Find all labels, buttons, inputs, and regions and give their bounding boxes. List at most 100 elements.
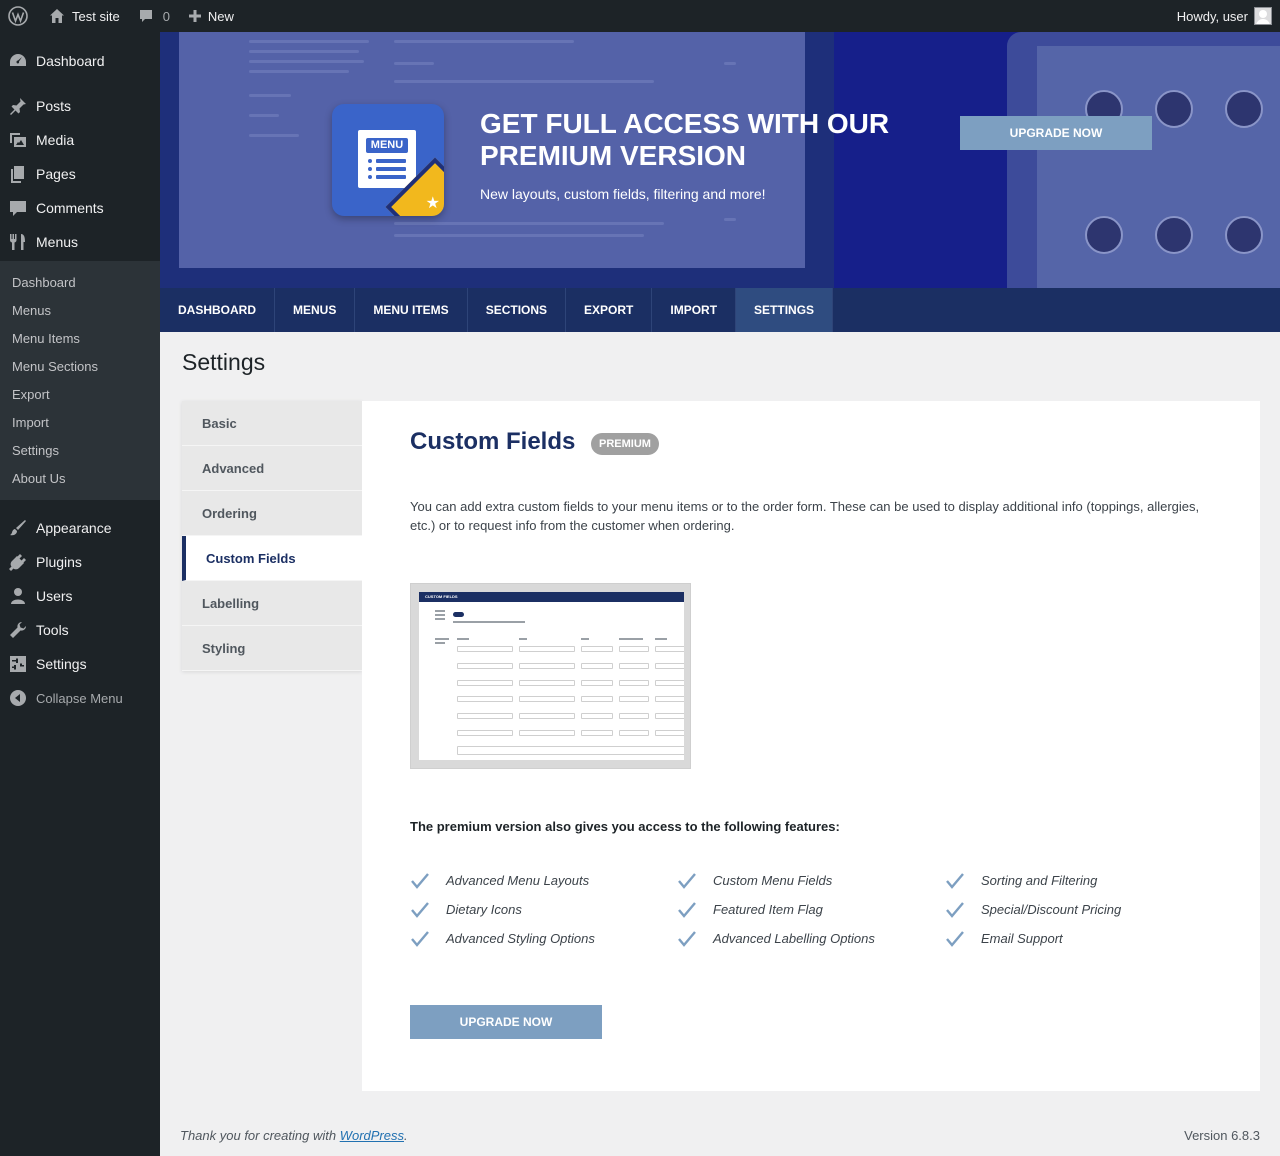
collapse-arrow-icon (8, 688, 28, 708)
collapse-menu-button[interactable]: Collapse Menu (0, 681, 160, 715)
sidebar-item-pages[interactable]: Pages (0, 157, 160, 191)
banner-upgrade-button[interactable]: UPGRADE NOW (960, 116, 1152, 150)
plugin-logo: MENU ★ (332, 104, 444, 216)
sidebar-item-users[interactable]: Users (0, 579, 160, 613)
tab-export[interactable]: EXPORT (566, 288, 653, 332)
feature-item: Advanced Styling Options (410, 929, 677, 948)
sliders-icon (8, 654, 28, 674)
sidebar-item-tools[interactable]: Tools (0, 613, 160, 647)
howdy-text: Howdy, user (1176, 8, 1248, 24)
pages-icon (8, 164, 28, 184)
sidebar-item-settings[interactable]: Settings (0, 647, 160, 681)
panel-description: You can add extra custom fields to your … (410, 499, 1200, 533)
tab-dashboard[interactable]: DASHBOARD (160, 288, 275, 332)
sidebar-item-label: Tools (36, 622, 69, 638)
settings-nav-ordering[interactable]: Ordering (182, 491, 362, 536)
tab-import[interactable]: IMPORT (652, 288, 737, 332)
sidebar-item-menus[interactable]: Menus (0, 225, 160, 259)
site-name-link[interactable]: Test site (36, 0, 128, 32)
feature-item: Featured Item Flag (677, 900, 945, 919)
my-account-link[interactable]: Howdy, user (1177, 7, 1280, 25)
sidebar-item-dashboard[interactable]: Dashboard (0, 44, 160, 78)
submenu-item-import[interactable]: Import (0, 408, 160, 436)
submenu-item-dashboard[interactable]: Dashboard (0, 268, 160, 296)
new-content-link[interactable]: New (178, 0, 242, 32)
sidebar-item-label: Appearance (36, 520, 112, 536)
sidebar-item-posts[interactable]: Posts (0, 89, 160, 123)
settings-nav-labelling[interactable]: Labelling (182, 581, 362, 626)
checkmark-icon (945, 872, 981, 890)
submenu-item-menus[interactable]: Menus (0, 296, 160, 324)
menus-submenu: Dashboard Menus Menu Items Menu Sections… (0, 261, 160, 500)
plug-icon (8, 552, 28, 572)
custom-fields-screenshot: CUSTOM FIELDS (410, 583, 691, 769)
sidebar-item-label: Users (36, 588, 73, 604)
checkmark-icon (410, 872, 446, 890)
feature-item: Advanced Menu Layouts (410, 871, 677, 890)
sidebar-item-label: Plugins (36, 554, 82, 570)
settings-nav-advanced[interactable]: Advanced (182, 446, 362, 491)
brush-icon (8, 518, 28, 538)
media-icon (8, 130, 28, 150)
custom-fields-panel: Custom Fields PREMIUM You can add extra … (362, 401, 1260, 1091)
plus-icon (188, 10, 201, 22)
tab-menus[interactable]: MENUS (275, 288, 356, 332)
upgrade-now-button[interactable]: UPGRADE NOW (410, 1005, 602, 1039)
settings-nav-styling[interactable]: Styling (182, 626, 362, 671)
submenu-item-menu-sections[interactable]: Menu Sections (0, 352, 160, 380)
screenshot-header: CUSTOM FIELDS (419, 592, 684, 602)
dashboard-icon (8, 51, 28, 71)
tab-settings[interactable]: SETTINGS (736, 288, 834, 332)
panel-title: Custom Fields (410, 428, 576, 455)
checkmark-icon (677, 901, 713, 919)
comments-count: 0 (162, 8, 170, 24)
wordpress-logo-button[interactable] (0, 0, 36, 32)
checkmark-icon (677, 930, 713, 948)
settings-nav-custom-fields[interactable]: Custom Fields (182, 536, 362, 581)
banner-title: GET FULL ACCESS WITH OUR PREMIUM VERSION (480, 108, 890, 171)
main-content: MENU ★ GET FULL ACCESS WITH OUR PREMIUM … (160, 32, 1280, 1156)
sidebar-item-label: Menus (36, 234, 79, 250)
sidebar-item-appearance[interactable]: Appearance (0, 511, 160, 545)
wrench-icon (8, 620, 28, 640)
submenu-item-export[interactable]: Export (0, 380, 160, 408)
settings-nav-basic[interactable]: Basic (182, 401, 362, 446)
plugin-nav-tabs: DASHBOARD MENUS MENU ITEMS SECTIONS EXPO… (160, 288, 1280, 332)
sidebar-item-label: Pages (36, 166, 76, 182)
admin-bar: Test site 0 New Howdy, user (0, 0, 1280, 32)
sidebar-item-plugins[interactable]: Plugins (0, 545, 160, 579)
comment-icon (8, 198, 28, 218)
fork-knife-icon (8, 232, 28, 252)
menu-paper-icon: MENU (358, 130, 416, 188)
sidebar-item-media[interactable]: Media (0, 123, 160, 157)
checkmark-icon (410, 901, 446, 919)
submenu-item-menu-items[interactable]: Menu Items (0, 324, 160, 352)
sidebar-item-label: Posts (36, 98, 72, 114)
submenu-item-settings[interactable]: Settings (0, 436, 160, 464)
feature-item: Dietary Icons (410, 900, 677, 919)
pin-icon (8, 96, 28, 116)
sidebar-item-label: Dashboard (36, 53, 105, 69)
premium-badge: PREMIUM (591, 433, 659, 455)
premium-banner: MENU ★ GET FULL ACCESS WITH OUR PREMIUM … (160, 32, 1280, 288)
home-icon (50, 9, 64, 23)
sidebar-item-comments[interactable]: Comments (0, 191, 160, 225)
comments-link[interactable]: 0 (128, 0, 178, 32)
premium-features-list: Advanced Menu Layouts Custom Menu Fields… (410, 871, 1230, 948)
tab-sections[interactable]: SECTIONS (468, 288, 567, 332)
footer-thanks: Thank you for creating with WordPress. (180, 1128, 408, 1143)
features-intro: The premium version also gives you acces… (410, 819, 840, 834)
wordpress-logo-icon (8, 6, 28, 26)
tab-menu-items[interactable]: MENU ITEMS (355, 288, 468, 332)
checkmark-icon (677, 872, 713, 890)
page-title: Settings (182, 349, 266, 375)
checkmark-icon (410, 930, 446, 948)
feature-item: Custom Menu Fields (677, 871, 945, 890)
submenu-item-about-us[interactable]: About Us (0, 464, 160, 492)
collapse-label: Collapse Menu (36, 690, 123, 706)
user-icon (8, 586, 28, 606)
sidebar-item-label: Comments (36, 200, 104, 216)
wordpress-link[interactable]: WordPress (340, 1128, 404, 1143)
feature-item: Email Support (945, 929, 1225, 948)
banner-subtitle: New layouts, custom fields, filtering an… (480, 186, 766, 202)
